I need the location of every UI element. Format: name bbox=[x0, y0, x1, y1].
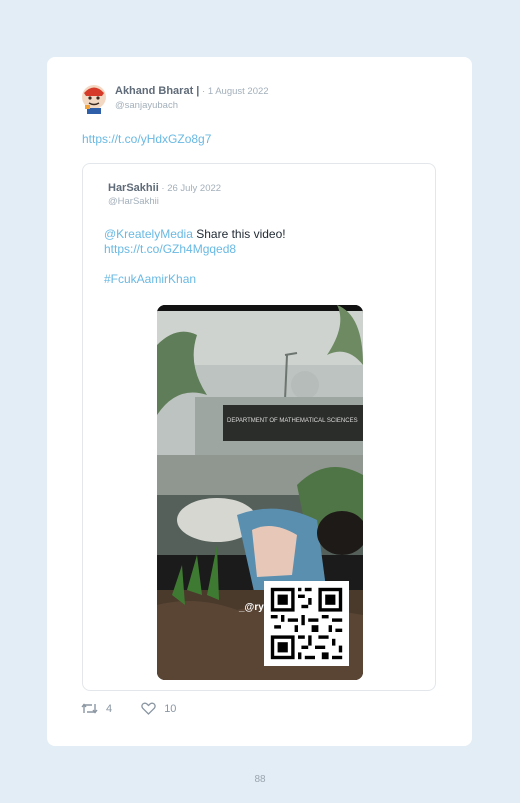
retweet-icon bbox=[81, 703, 98, 714]
hashtag-link[interactable]: #FcukAamirKhan bbox=[104, 272, 424, 287]
video-thumbnail[interactable]: DEPARTMENT OF MATHEMATICAL SCIENCES _@ry bbox=[157, 305, 363, 680]
author-name[interactable]: Akhand Bharat | bbox=[115, 85, 199, 97]
page-number: 88 bbox=[254, 774, 266, 785]
like-button[interactable]: 10 bbox=[141, 702, 176, 715]
quoted-handle[interactable]: @HarSakhii bbox=[108, 196, 159, 207]
author-avatar[interactable] bbox=[81, 84, 107, 114]
tweet-link[interactable]: https://t.co/yHdxGZo8g7 bbox=[82, 132, 211, 146]
quoted-author-line: HarSakhii · 26 July 2022 bbox=[108, 182, 221, 194]
quoted-tweet[interactable]: HarSakhii · 26 July 2022 @HarSakhii @Kre… bbox=[82, 163, 436, 691]
quoted-date[interactable]: · 26 July 2022 bbox=[159, 183, 221, 194]
like-count: 10 bbox=[164, 702, 177, 715]
author-line: Akhand Bharat | · 1 August 2022 bbox=[115, 85, 269, 97]
sign-text: DEPARTMENT OF MATHEMATICAL SCIENCES bbox=[227, 418, 358, 424]
tweet-date[interactable]: · 1 August 2022 bbox=[199, 86, 269, 97]
quoted-text-line: @KreatelyMedia Share this video! bbox=[104, 227, 424, 242]
quoted-text: @KreatelyMedia Share this video! https:/… bbox=[104, 227, 424, 287]
retweet-count: 4 bbox=[106, 702, 113, 715]
quoted-link[interactable]: https://t.co/GZh4Mgqed8 bbox=[104, 242, 424, 257]
tweet-actions: 4 10 bbox=[81, 702, 202, 718]
mention-link[interactable]: @KreatelyMedia bbox=[104, 227, 193, 241]
tweet-card: Akhand Bharat | · 1 August 2022 @sanjayu… bbox=[47, 57, 472, 746]
quoted-body: Share this video! bbox=[192, 227, 286, 241]
video-overlay-text: _@ry bbox=[238, 602, 264, 613]
qr-code bbox=[264, 581, 349, 666]
quoted-author-name[interactable]: HarSakhii bbox=[108, 182, 159, 194]
author-handle[interactable]: @sanjayubach bbox=[115, 100, 178, 111]
retweet-button[interactable]: 4 bbox=[81, 702, 112, 715]
heart-icon bbox=[141, 702, 156, 715]
